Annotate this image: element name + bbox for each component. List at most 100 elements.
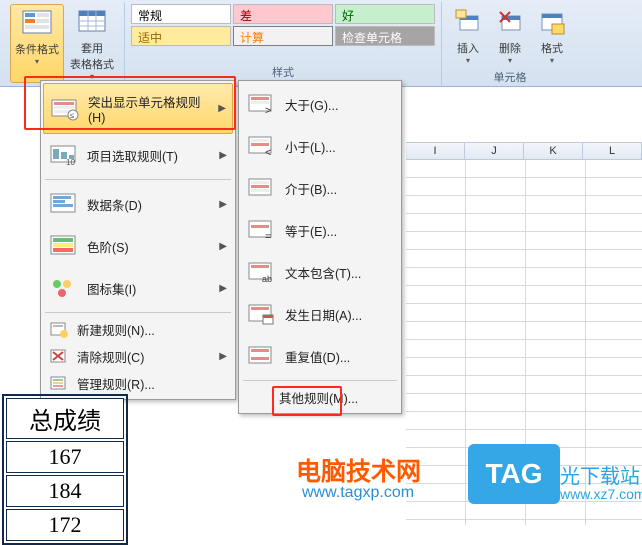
svg-text:10: 10 [66, 158, 75, 167]
conditional-formatting-button[interactable]: 条件格式 ▾ [10, 4, 64, 83]
menu-highlight-cell-rules[interactable]: ≤ 突出显示单元格规则(H) ▶ [43, 83, 233, 134]
menu-separator [45, 179, 231, 180]
style-neutral[interactable]: 适中 [131, 26, 231, 46]
table-format-label: 套用 表格格式 [70, 40, 114, 72]
clear-rules-icon [49, 348, 69, 366]
watermark-tag-badge: TAG [468, 444, 560, 504]
col-header[interactable]: K [524, 142, 583, 160]
format-button[interactable]: 格式 ▾ [532, 4, 572, 67]
submenu-equal-to[interactable]: = 等于(E)... [241, 209, 399, 251]
menu-label: 新建规则(N)... [77, 320, 227, 339]
submenu-text-contains[interactable]: ab 文本包含(T)... [241, 251, 399, 293]
conditional-format-icon [21, 7, 53, 39]
manage-rules-icon [49, 375, 69, 393]
style-normal[interactable]: 常规 [131, 4, 231, 24]
table-format-icon [76, 6, 108, 38]
col-header[interactable]: J [465, 142, 524, 160]
between-icon [247, 175, 277, 201]
watermark-site-url: www.tagxp.com [302, 484, 414, 502]
ribbon-group-cells: 插入 ▾ 删除 ▾ 格式 ▾ 单元格 [442, 2, 578, 86]
menu-label: 色阶(S) [87, 237, 215, 256]
insert-icon [452, 6, 484, 38]
delete-icon [494, 6, 526, 38]
submenu-between[interactable]: 介于(B)... [241, 167, 399, 209]
menu-clear-rules[interactable]: 清除规则(C) ▶ [43, 343, 233, 370]
menu-top-bottom-rules[interactable]: 10 项目选取规则(T) ▶ [43, 134, 233, 176]
svg-text:ab: ab [262, 274, 272, 284]
svg-text:=: = [265, 231, 271, 242]
score-table: 总成绩 167 184 172 [2, 394, 128, 545]
conditional-format-label: 条件格式 [15, 41, 59, 57]
text-contains-icon: ab [247, 259, 277, 285]
menu-new-rule[interactable]: 新建规则(N)... [43, 316, 233, 343]
table-header[interactable]: 总成绩 [6, 398, 124, 439]
chevron-right-icon: ▶ [218, 103, 226, 114]
menu-manage-rules[interactable]: 管理规则(R)... [43, 370, 233, 397]
chevron-right-icon: ▶ [219, 150, 227, 161]
dropdown-arrow-icon: ▾ [466, 56, 470, 65]
menu-label: 文本包含(T)... [285, 263, 393, 282]
table-cell[interactable]: 184 [6, 475, 124, 507]
col-header[interactable]: I [406, 142, 465, 160]
menu-icon-sets[interactable]: 图标集(I) ▶ [43, 267, 233, 309]
menu-label: 管理规则(R)... [77, 374, 227, 393]
style-good[interactable]: 好 [335, 4, 435, 24]
submenu-date-occurring[interactable]: 发生日期(A)... [241, 293, 399, 335]
delete-button[interactable]: 删除 ▾ [490, 4, 530, 67]
menu-label: 重复值(D)... [285, 347, 393, 366]
menu-label: 图标集(I) [87, 279, 215, 298]
chevron-right-icon: ▶ [219, 351, 227, 362]
menu-label: 清除规则(C) [77, 347, 215, 366]
style-bad[interactable]: 差 [233, 4, 333, 24]
submenu-more-rules[interactable]: 其他规则(M)... [241, 384, 399, 411]
watermark-site2-name: 光下载站 [560, 460, 640, 489]
highlight-rules-submenu: > 大于(G)... < 小于(L)... 介于(B)... = 等于(E)..… [238, 80, 402, 414]
submenu-duplicate-values[interactable]: 重复值(D)... [241, 335, 399, 377]
insert-label: 插入 [457, 40, 479, 56]
watermark-site2-url: www.xz7.com [560, 486, 642, 502]
menu-data-bars[interactable]: 数据条(D) ▶ [43, 183, 233, 225]
date-icon [247, 301, 277, 327]
dropdown-arrow-icon: ▾ [508, 56, 512, 65]
style-calc[interactable]: 计算 [233, 26, 333, 46]
table-format-button[interactable]: 套用 表格格式 ▾ [66, 4, 118, 83]
svg-text:≤: ≤ [70, 111, 75, 120]
cell-styles-gallery[interactable]: 常规 差 好 适中 计算 检查单元格 [131, 4, 435, 46]
menu-color-scales[interactable]: 色阶(S) ▶ [43, 225, 233, 267]
group-label-cells: 单元格 [494, 67, 527, 89]
new-rule-icon [49, 321, 69, 339]
chevron-right-icon: ▶ [219, 283, 227, 294]
conditional-format-menu: ≤ 突出显示单元格规则(H) ▶ 10 项目选取规则(T) ▶ 数据条(D) ▶… [40, 80, 236, 400]
duplicate-icon [247, 343, 277, 369]
menu-label: 小于(L)... [285, 137, 393, 156]
highlight-rules-icon: ≤ [50, 96, 80, 122]
equal-icon: = [247, 217, 277, 243]
menu-label: 大于(G)... [285, 95, 393, 114]
menu-label: 等于(E)... [285, 221, 393, 240]
menu-label: 项目选取规则(T) [87, 146, 215, 165]
top-bottom-icon: 10 [49, 142, 79, 168]
format-icon [536, 6, 568, 38]
icon-sets-icon [49, 275, 79, 301]
greater-icon: > [247, 91, 277, 117]
style-check[interactable]: 检查单元格 [335, 26, 435, 46]
menu-label: 介于(B)... [285, 179, 393, 198]
menu-label: 突出显示单元格规则(H) [88, 92, 214, 125]
ribbon-group-styles: 条件格式 ▾ 套用 表格格式 ▾ [4, 2, 125, 86]
table-cell[interactable]: 172 [6, 509, 124, 541]
submenu-greater-than[interactable]: > 大于(G)... [241, 83, 399, 125]
menu-label: 发生日期(A)... [285, 305, 393, 324]
chevron-right-icon: ▶ [219, 241, 227, 252]
data-bars-icon [49, 191, 79, 217]
column-headers: I J K L [406, 142, 642, 160]
svg-text:<: < [265, 147, 271, 158]
svg-text:>: > [265, 105, 271, 116]
menu-label: 数据条(D) [87, 195, 215, 214]
ribbon-group-cell-styles: 常规 差 好 适中 计算 检查单元格 样式 [125, 2, 442, 86]
submenu-less-than[interactable]: < 小于(L)... [241, 125, 399, 167]
ribbon: 条件格式 ▾ 套用 表格格式 ▾ 常规 差 好 适中 计算 检查单元格 样式 [0, 0, 642, 87]
table-cell[interactable]: 167 [6, 441, 124, 473]
col-header[interactable]: L [583, 142, 642, 160]
menu-separator [243, 380, 397, 381]
insert-button[interactable]: 插入 ▾ [448, 4, 488, 67]
